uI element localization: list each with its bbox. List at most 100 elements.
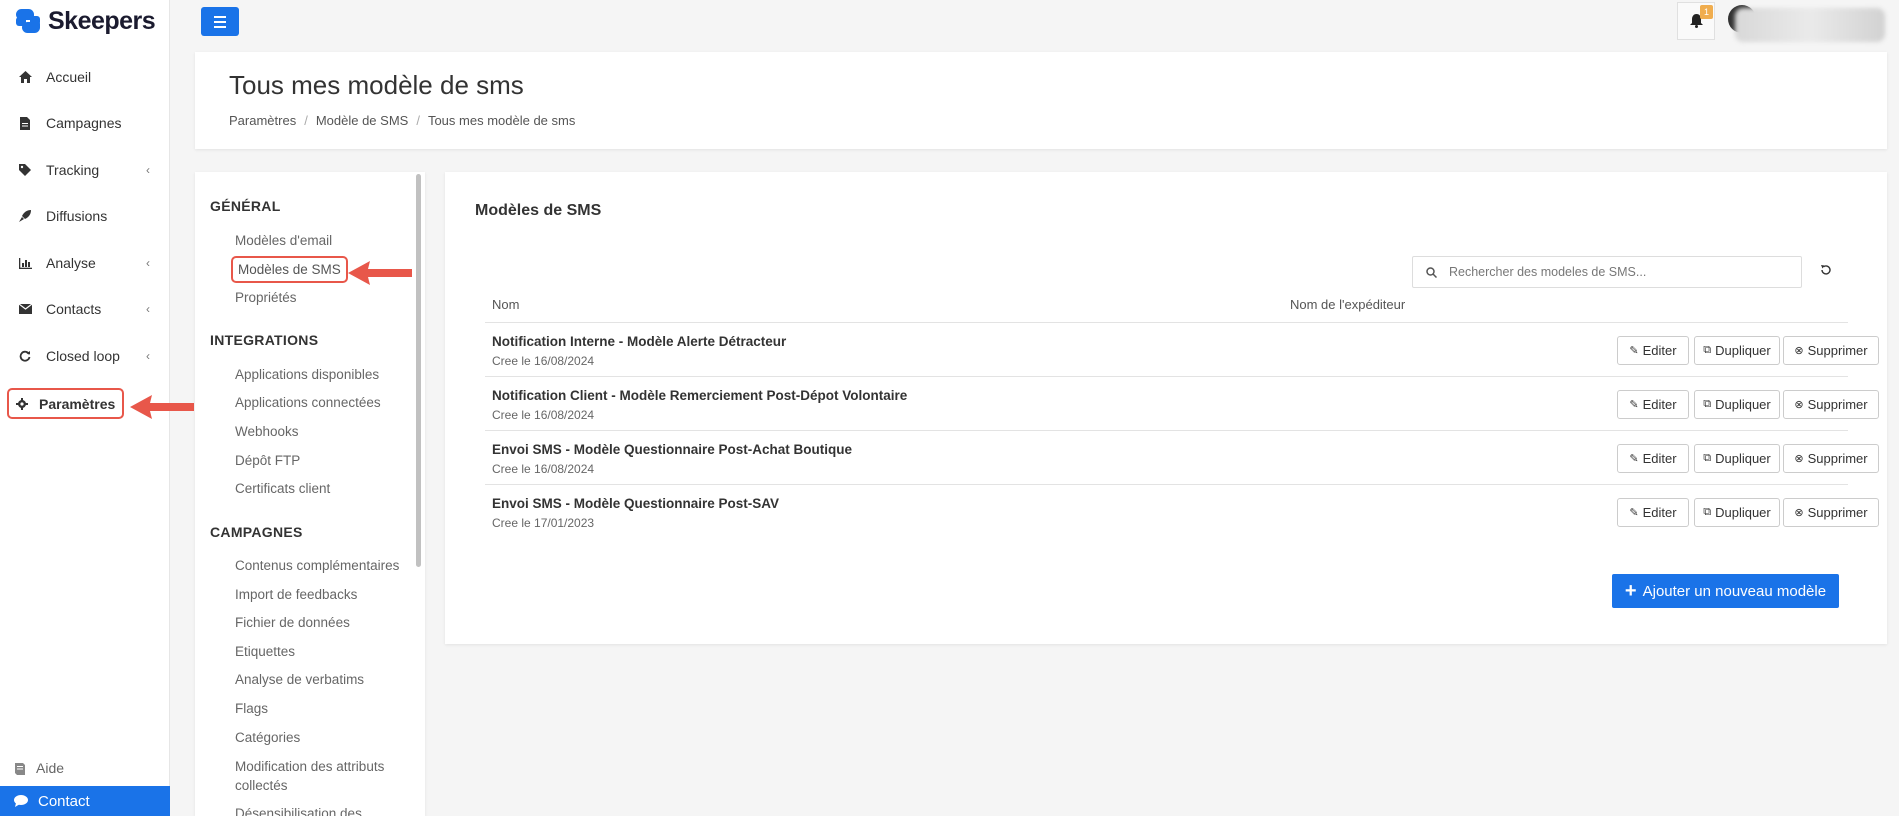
help-link[interactable]: Aide: [0, 756, 170, 780]
search-box[interactable]: [1412, 256, 1802, 288]
menu-item-sms-templates[interactable]: Modèles de SMS: [231, 256, 348, 283]
book-icon: [14, 762, 26, 775]
times-circle-icon: ⊗: [1794, 345, 1804, 357]
section-title-campagnes: CAMPAGNES: [210, 524, 303, 540]
sidebar-item-label: Diffusions: [46, 208, 108, 224]
chevron-left-icon: ‹: [146, 163, 150, 177]
sidebar-item-tracking[interactable]: Tracking ‹: [0, 154, 170, 186]
hamburger-icon: [214, 15, 226, 18]
menu-item-client-certs[interactable]: Certificats client: [235, 479, 330, 498]
edit-label: Editer: [1642, 397, 1677, 412]
sidebar-item-label: Contacts: [46, 301, 102, 317]
page-title: Tous mes modèle de sms: [229, 70, 524, 100]
edit-button[interactable]: ✎ Editer: [1617, 444, 1689, 473]
menu-item-label: Modification des attributs: [235, 759, 385, 774]
menu-item-labels[interactable]: Etiquettes: [235, 642, 295, 661]
breadcrumb-item-parametres[interactable]: Paramètres: [229, 113, 296, 128]
sidebar-item-parametres[interactable]: Paramètres: [7, 388, 124, 419]
search-icon: [1413, 266, 1449, 278]
template-name: Envoi SMS - Modèle Questionnaire Post-Ac…: [492, 442, 853, 457]
menu-item-data-file[interactable]: Fichier de données: [235, 613, 350, 632]
hamburger-menu-button[interactable]: [201, 7, 239, 36]
rocket-icon: [18, 209, 32, 223]
settings-menu-scrollbar[interactable]: [416, 174, 421, 567]
help-label: Aide: [36, 760, 65, 776]
delete-button[interactable]: ⊗ Supprimer: [1783, 444, 1879, 473]
page-header: Tous mes modèle de sms Paramètres / Modè…: [195, 52, 1887, 149]
delete-button[interactable]: ⊗ Supprimer: [1783, 336, 1879, 365]
contact-button[interactable]: Contact: [0, 786, 170, 816]
envelope-icon: [18, 302, 32, 316]
search-input[interactable]: [1449, 265, 1789, 279]
table-row: Envoi SMS - Modèle Questionnaire Post-Ac…: [485, 431, 1879, 485]
duplicate-button[interactable]: ⧉ Dupliquer: [1694, 444, 1780, 473]
sidebar-item-closed-loop[interactable]: Closed loop ‹: [0, 340, 170, 372]
breadcrumb-item-modele-sms[interactable]: Modèle de SMS: [316, 113, 409, 128]
menu-item-verbatim-analysis[interactable]: Analyse de verbatims: [235, 670, 364, 689]
duplicate-button[interactable]: ⧉ Dupliquer: [1694, 390, 1780, 419]
menu-item-available-apps[interactable]: Applications disponibles: [235, 365, 379, 384]
edit-button[interactable]: ✎ Editer: [1617, 390, 1689, 419]
edit-icon: ✎: [1629, 345, 1639, 357]
delete-button[interactable]: ⊗ Supprimer: [1783, 390, 1879, 419]
refresh-icon: [18, 349, 32, 363]
bar-chart-icon: [18, 256, 32, 270]
skeepers-logo-icon: [14, 7, 42, 35]
sidebar-item-analyse[interactable]: Analyse ‹: [0, 247, 170, 279]
template-date: Cree le 16/08/2024: [492, 408, 595, 422]
edit-button[interactable]: ✎ Editer: [1617, 336, 1689, 365]
edit-icon: ✎: [1629, 399, 1639, 411]
table-row: Notification Interne - Modèle Alerte Dét…: [485, 323, 1879, 377]
panel-title: Modèles de SMS: [475, 202, 602, 219]
chevron-left-icon: ‹: [146, 302, 150, 316]
chat-bubble-icon: [14, 795, 28, 807]
template-date: Cree le 16/08/2024: [492, 354, 595, 368]
edit-button[interactable]: ✎ Editer: [1617, 498, 1689, 527]
menu-item-properties[interactable]: Propriétés: [235, 288, 297, 307]
section-title-integrations: INTEGRATIONS: [210, 332, 319, 348]
menu-item-desensitization[interactable]: Désensibilisation des: [235, 804, 362, 816]
chevron-left-icon: ‹: [146, 256, 150, 270]
duplicate-button[interactable]: ⧉ Dupliquer: [1694, 498, 1780, 527]
edit-label: Editer: [1642, 343, 1677, 358]
annotation-arrow-parametres: [130, 395, 194, 419]
brand-logo[interactable]: Skeepers: [14, 6, 156, 36]
template-name: Notification Interne - Modèle Alerte Dét…: [492, 334, 787, 349]
delete-button[interactable]: ⊗ Supprimer: [1783, 498, 1879, 527]
menu-item-categories[interactable]: Catégories: [235, 728, 300, 747]
brand-name: Skeepers: [48, 6, 156, 35]
refresh-icon[interactable]: [1818, 262, 1834, 278]
column-header-sender[interactable]: Nom de l'expéditeur: [1290, 297, 1405, 312]
column-header-name[interactable]: Nom: [492, 297, 519, 312]
menu-item-webhooks[interactable]: Webhooks: [235, 422, 299, 441]
plus-icon: +: [1624, 580, 1637, 602]
menu-item-flags[interactable]: Flags: [235, 699, 268, 718]
sidebar-item-contacts[interactable]: Contacts ‹: [0, 293, 170, 325]
breadcrumb-separator: /: [416, 113, 420, 128]
sms-templates-panel: Modèles de SMS Nom Nom de l'expéditeur N…: [445, 172, 1887, 644]
sidebar-item-diffusions[interactable]: Diffusions: [0, 200, 170, 232]
duplicate-button[interactable]: ⧉ Dupliquer: [1694, 336, 1780, 365]
sidebar-item-campagnes[interactable]: Campagnes: [0, 107, 170, 139]
sidebar-item-label: Campagnes: [46, 115, 122, 131]
duplicate-label: Dupliquer: [1715, 451, 1771, 466]
menu-item-feedback-import[interactable]: Import de feedbacks: [235, 585, 357, 604]
menu-item-attribute-edit[interactable]: Modification des attributs collectés: [235, 757, 384, 795]
menu-item-connected-apps[interactable]: Applications connectées: [235, 393, 381, 412]
add-template-button[interactable]: + Ajouter un nouveau modèle: [1612, 574, 1839, 608]
add-template-label: Ajouter un nouveau modèle: [1642, 582, 1827, 600]
sidebar-item-label: Paramètres: [39, 395, 116, 412]
sidebar-item-accueil[interactable]: Accueil: [0, 61, 170, 93]
delete-label: Supprimer: [1807, 343, 1868, 358]
user-name-blurred[interactable]: [1735, 8, 1885, 42]
menu-item-extra-content[interactable]: Contenus complémentaires: [235, 556, 399, 575]
copy-icon: ⧉: [1703, 398, 1712, 410]
template-date: Cree le 17/01/2023: [492, 516, 595, 530]
file-icon: [18, 116, 32, 130]
template-date: Cree le 16/08/2024: [492, 462, 595, 476]
menu-item-email-templates[interactable]: Modèles d'email: [235, 231, 332, 250]
annotation-arrow-sms: [348, 261, 412, 285]
table-row: Notification Client - Modèle Remerciemen…: [485, 377, 1879, 431]
times-circle-icon: ⊗: [1794, 507, 1804, 519]
menu-item-ftp[interactable]: Dépôt FTP: [235, 451, 300, 470]
